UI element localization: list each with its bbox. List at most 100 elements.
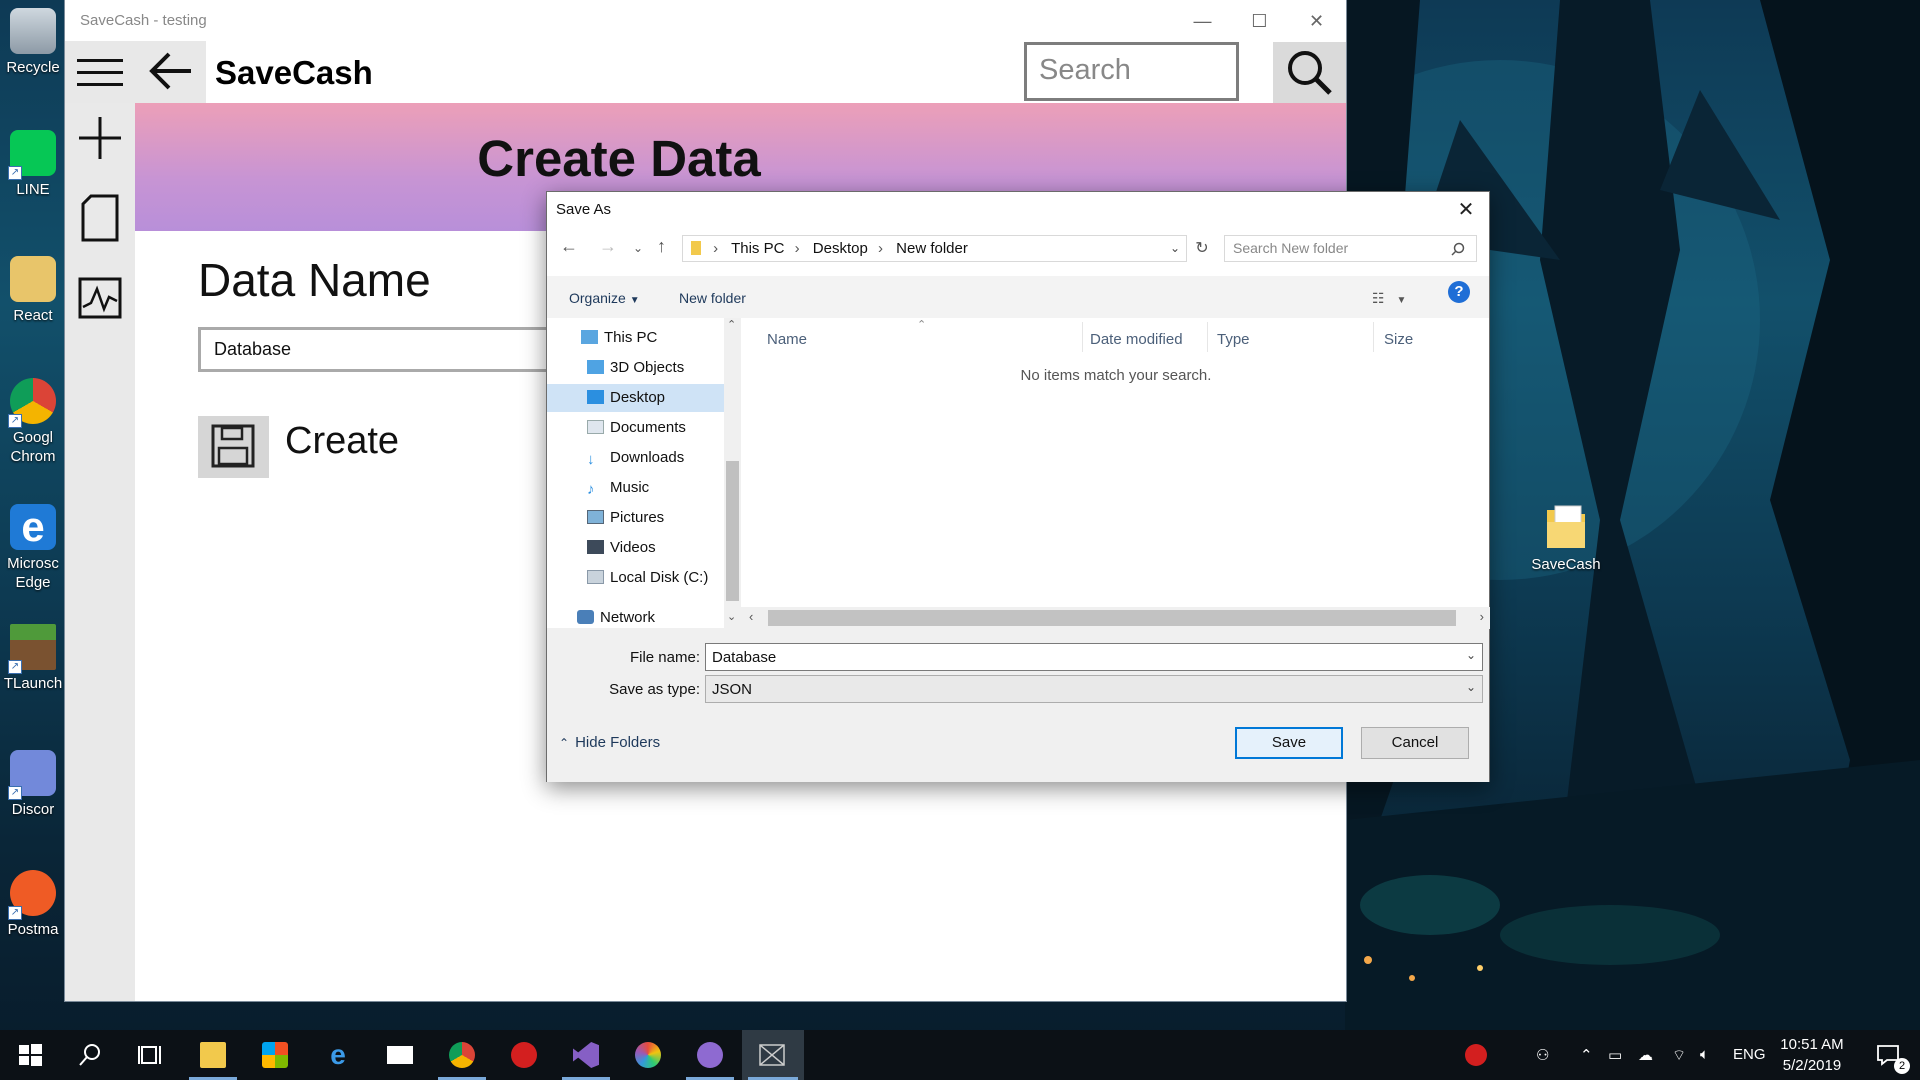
- column-header-size[interactable]: Size: [1384, 331, 1413, 348]
- breadcrumb-new-folder[interactable]: New folder: [896, 240, 968, 257]
- system-clock[interactable]: 10:51 AM 5/2/2019: [1772, 1034, 1852, 1076]
- taskbar-file-explorer[interactable]: [183, 1030, 243, 1080]
- clock-date: 5/2/2019: [1782, 1057, 1842, 1074]
- desktop-icon-postman[interactable]: ↗ Postma: [0, 870, 66, 939]
- back-arrow-icon: [149, 52, 191, 90]
- desktop-icon-recycle-bin[interactable]: Recycle: [0, 8, 66, 77]
- desktop-icon-edge[interactable]: e Microsc Edge: [0, 504, 66, 592]
- start-button[interactable]: [0, 1030, 60, 1080]
- close-button[interactable]: ✕: [1288, 5, 1345, 37]
- column-header-name[interactable]: Name: [767, 331, 807, 348]
- clock-time: 10:51 AM: [1780, 1036, 1844, 1053]
- desktop-icon-react[interactable]: React: [0, 256, 66, 325]
- maximize-button[interactable]: ☐: [1231, 5, 1288, 37]
- dialog-search-input[interactable]: Search New folder: [1224, 235, 1477, 262]
- search-input[interactable]: Search: [1024, 42, 1239, 101]
- organize-menu[interactable]: Organize ▼: [569, 290, 640, 306]
- task-view-button[interactable]: [120, 1030, 180, 1080]
- chevron-down-icon[interactable]: ⌄: [1466, 648, 1476, 662]
- desktop-icon-line[interactable]: ↗ LINE: [0, 130, 66, 199]
- taskbar-edge[interactable]: e: [308, 1030, 368, 1080]
- desktop-icon-savecash-folder[interactable]: SaveCash: [1526, 500, 1606, 573]
- taskbar-github-desktop[interactable]: [680, 1030, 740, 1080]
- 3d-objects-icon: [587, 360, 604, 374]
- scrollbar-thumb[interactable]: [726, 461, 739, 601]
- navigation-pane-scrollbar[interactable]: ⌃ ⌄: [724, 318, 741, 628]
- nav-item-this-pc[interactable]: This PC: [581, 324, 721, 352]
- taskbar-chrome[interactable]: [432, 1030, 492, 1080]
- line-app-icon: ↗: [8, 130, 56, 180]
- save-as-type-select[interactable]: JSON ⌄: [705, 675, 1483, 703]
- sidebar-page-button[interactable]: [77, 193, 123, 243]
- hamburger-menu-button[interactable]: [77, 59, 123, 87]
- taskbar-savecash-app[interactable]: [742, 1030, 804, 1080]
- file-name-input[interactable]: Database ⌄: [705, 643, 1483, 671]
- taskbar-search-button[interactable]: [60, 1030, 120, 1080]
- nav-item-documents[interactable]: Documents: [587, 414, 724, 442]
- save-button[interactable]: Save: [1235, 727, 1343, 759]
- tray-red-app[interactable]: [1448, 1030, 1508, 1080]
- minimize-button[interactable]: —: [1174, 5, 1231, 37]
- nav-item-desktop[interactable]: Desktop: [547, 384, 724, 412]
- address-bar[interactable]: › This PC › Desktop › New folder ⌄: [682, 235, 1187, 262]
- scroll-right-chevron-icon[interactable]: ›: [1480, 609, 1484, 624]
- battery-icon[interactable]: ▭: [1608, 1046, 1622, 1064]
- hide-folders-toggle[interactable]: ⌃ Hide Folders: [559, 734, 660, 751]
- nav-item-3d-objects[interactable]: 3D Objects: [587, 354, 724, 382]
- up-nav-button[interactable]: ↑: [657, 236, 666, 257]
- refresh-button[interactable]: ↻: [1191, 235, 1213, 262]
- back-button[interactable]: [147, 49, 195, 100]
- taskbar-store[interactable]: [245, 1030, 305, 1080]
- forward-nav-button[interactable]: →: [599, 236, 617, 257]
- action-center-button[interactable]: 2: [1858, 1030, 1918, 1080]
- app-name: SaveCash: [215, 54, 373, 91]
- address-dropdown-chevron-icon[interactable]: ⌄: [1170, 241, 1180, 255]
- column-header-date-modified[interactable]: Date modified: [1090, 331, 1183, 348]
- create-label[interactable]: Create: [285, 420, 399, 463]
- cancel-button[interactable]: Cancel: [1361, 727, 1469, 759]
- nav-item-local-disk[interactable]: Local Disk (C:): [587, 564, 724, 592]
- nav-item-downloads[interactable]: ↓ Downloads: [587, 444, 724, 472]
- volume-icon[interactable]: 🔈︎: [1700, 1046, 1709, 1063]
- scrollbar-thumb[interactable]: [768, 610, 1456, 626]
- people-icon[interactable]: ⚇: [1536, 1046, 1549, 1064]
- back-nav-button[interactable]: ←: [560, 236, 578, 257]
- sidebar-chart-button[interactable]: [77, 273, 123, 323]
- new-folder-button[interactable]: New folder: [679, 290, 746, 306]
- wifi-icon[interactable]: ⌔: [1672, 1046, 1686, 1065]
- taskbar-paint[interactable]: [618, 1030, 678, 1080]
- help-icon[interactable]: ?: [1448, 281, 1470, 303]
- search-button[interactable]: [1273, 42, 1346, 103]
- recent-locations-chevron-icon[interactable]: ⌄: [633, 241, 643, 255]
- column-header-type[interactable]: Type: [1217, 331, 1250, 348]
- scroll-down-chevron-icon[interactable]: ⌄: [727, 610, 736, 623]
- file-list-horizontal-scrollbar[interactable]: ‹ ›: [741, 607, 1490, 629]
- view-options-button[interactable]: ☷ ▼: [1372, 290, 1406, 307]
- nav-item-label: Downloads: [610, 449, 685, 466]
- sidebar-add-button[interactable]: [77, 113, 123, 163]
- show-hidden-icons-chevron-icon[interactable]: ⌃: [1580, 1046, 1593, 1064]
- postman-icon: ↗: [8, 870, 56, 920]
- breadcrumb-desktop[interactable]: Desktop: [813, 240, 868, 257]
- desktop-icon-label: TLaunch: [3, 675, 63, 692]
- discord-icon: ↗: [8, 750, 56, 800]
- nav-item-videos[interactable]: Videos: [587, 534, 724, 562]
- breadcrumb-this-pc[interactable]: This PC: [731, 240, 784, 257]
- navigation-pane: This PC 3D Objects Desktop Documents ↓ Do…: [547, 318, 741, 628]
- chrome-icon: ↗: [8, 378, 56, 428]
- taskbar-visual-studio[interactable]: [556, 1030, 616, 1080]
- scroll-left-chevron-icon[interactable]: ‹: [749, 609, 753, 624]
- taskbar-red-app[interactable]: [494, 1030, 554, 1080]
- create-button[interactable]: [198, 416, 269, 478]
- nav-item-label: Network: [600, 609, 656, 626]
- scroll-up-chevron-icon[interactable]: ⌃: [727, 318, 736, 331]
- onedrive-cloud-icon[interactable]: ☁: [1638, 1046, 1653, 1064]
- desktop-icon-discord[interactable]: ↗ Discor: [0, 750, 66, 819]
- dialog-close-button[interactable]: ✕: [1451, 195, 1481, 225]
- desktop-icon-tlauncher[interactable]: ↗ TLaunch: [0, 624, 66, 693]
- nav-item-pictures[interactable]: Pictures: [587, 504, 724, 532]
- input-language-indicator[interactable]: ENG: [1733, 1046, 1766, 1063]
- taskbar-mail[interactable]: [370, 1030, 430, 1080]
- desktop-icon-chrome[interactable]: ↗ Googl Chrom: [0, 378, 66, 466]
- nav-item-music[interactable]: ♪ Music: [587, 474, 724, 502]
